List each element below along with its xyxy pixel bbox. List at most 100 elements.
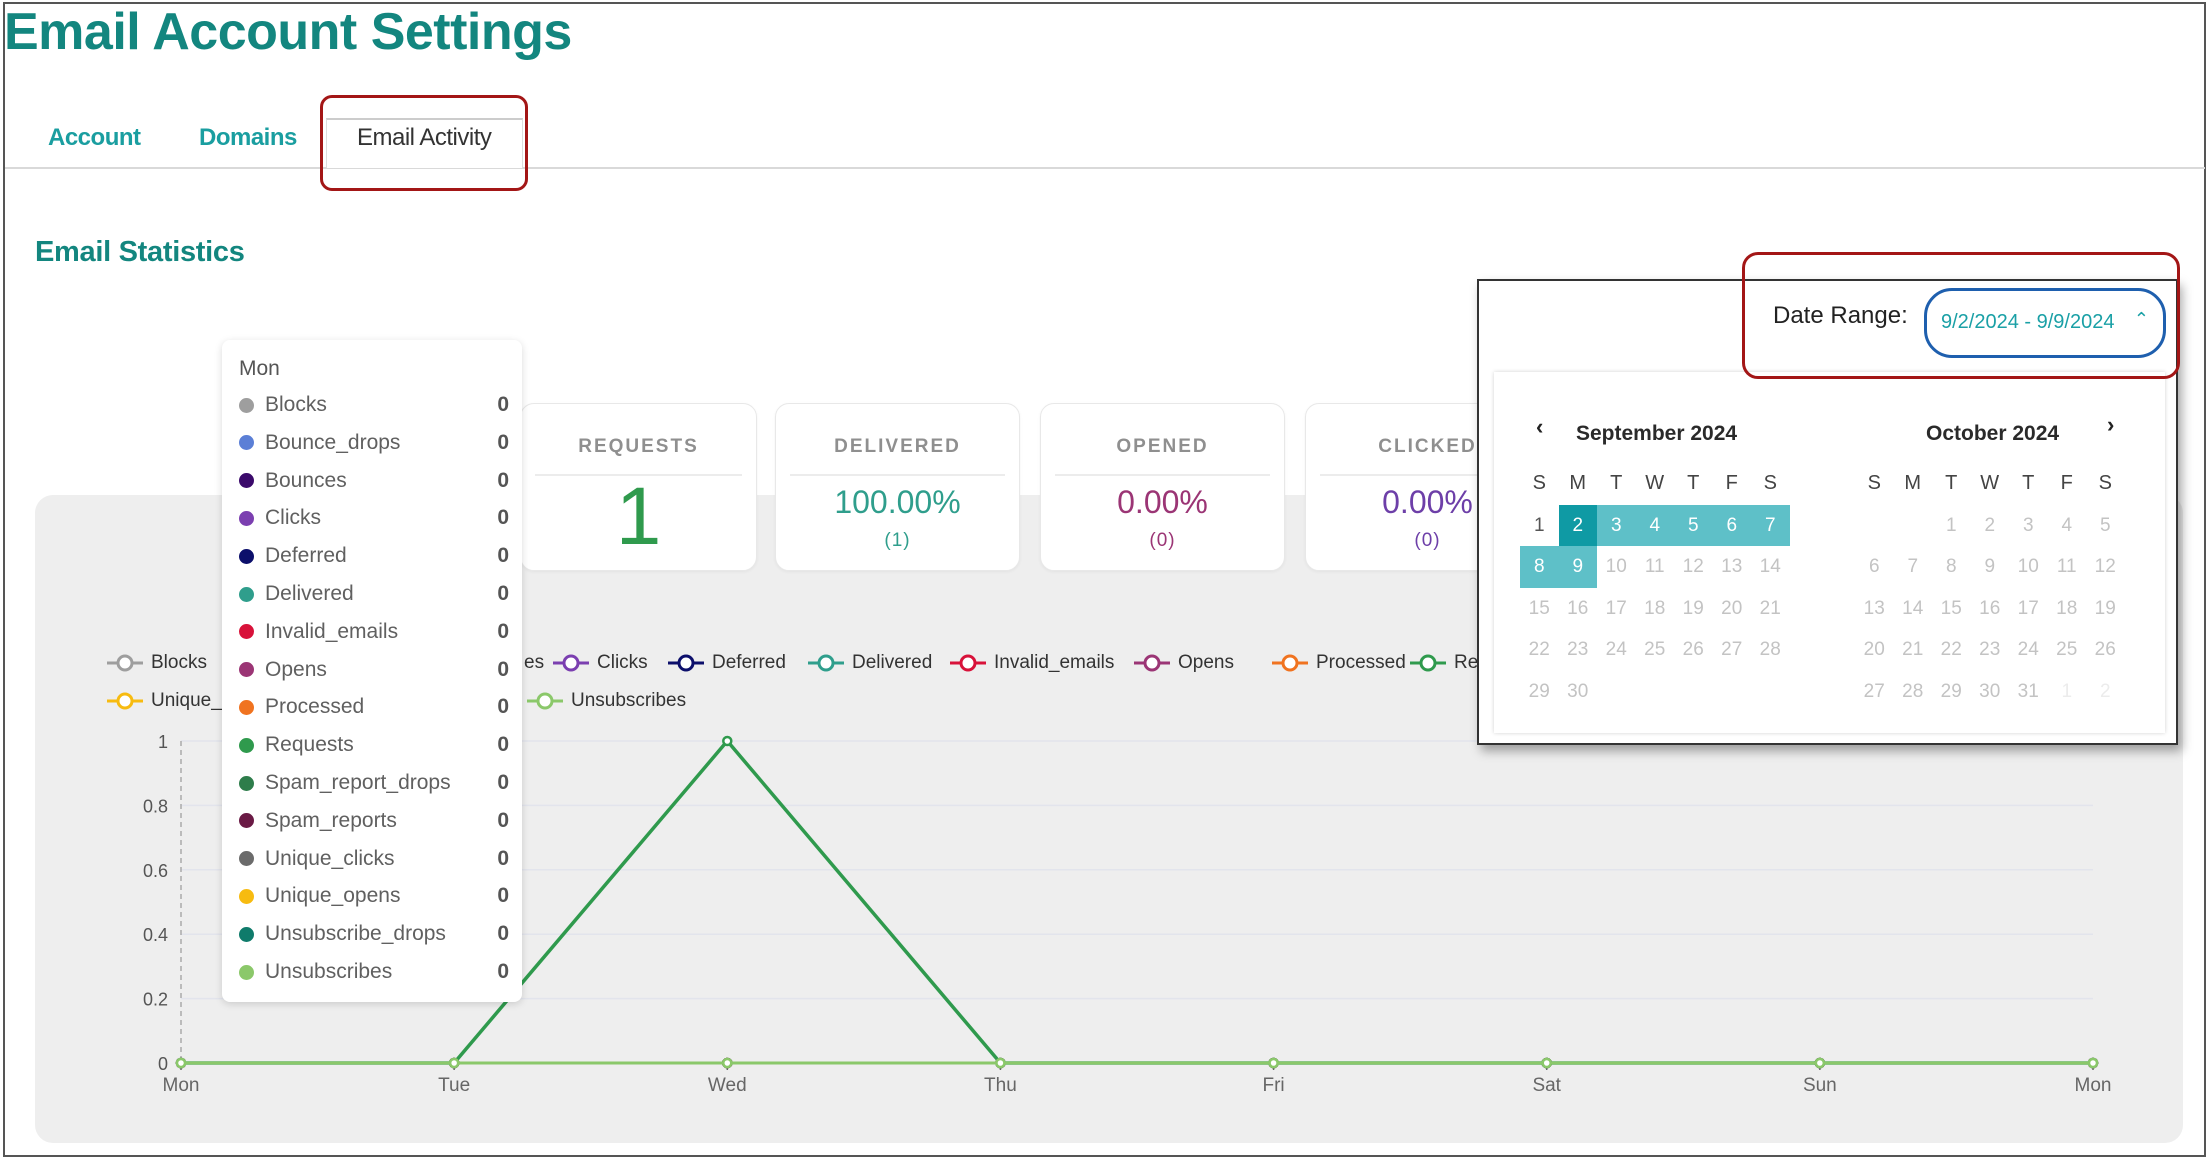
calendar-day-selected[interactable]: 7 bbox=[1751, 504, 1790, 546]
tooltip-series-name: Deferred bbox=[265, 544, 347, 568]
empty-day-cell bbox=[1894, 505, 1933, 547]
calendar-day: 13 bbox=[1721, 556, 1743, 577]
calendar-day-range-start[interactable]: 2 bbox=[1558, 504, 1597, 546]
tooltip-row-deferred: Deferred 0 bbox=[239, 541, 509, 571]
calendar-day: 21 bbox=[1902, 639, 1924, 660]
tooltip-series-name: Delivered bbox=[265, 582, 354, 605]
calendar-day[interactable]: 1 bbox=[1520, 505, 1559, 547]
calendar-day-selected[interactable]: 9 bbox=[1558, 546, 1597, 588]
calendar-day: 24 bbox=[1605, 639, 1627, 660]
calendar-day: 22 bbox=[1528, 639, 1550, 660]
tooltip-title: Mon bbox=[239, 357, 280, 380]
weekday-header: T bbox=[2022, 472, 2035, 494]
series-color-dot-icon bbox=[239, 888, 254, 904]
legend-item-opens[interactable]: Opens bbox=[1134, 652, 1234, 674]
calendar-day: 5 bbox=[2099, 514, 2111, 536]
tooltip-row-spam-report-drops: Spam_report_drops 0 bbox=[239, 768, 509, 798]
weekday-header: S bbox=[1532, 472, 1546, 494]
y-tick-label: 1 bbox=[158, 732, 168, 752]
calendar-day-selected[interactable]: 4 bbox=[1635, 504, 1674, 546]
legend-item-processed[interactable]: Processed bbox=[1272, 652, 1406, 674]
legend-partial-text: es bbox=[524, 652, 545, 673]
weekday-header: S bbox=[2098, 472, 2112, 494]
tooltip-row-unsubscribes: Unsubscribes 0 bbox=[239, 957, 509, 987]
calendar-day: 2 bbox=[1984, 514, 1996, 536]
y-tick-label: 0.4 bbox=[143, 925, 168, 945]
chart-tooltip: Mon Blocks 0 Bounce_drops 0 Bounces 0 Clicks 0 D… bbox=[222, 340, 522, 1002]
tooltip-series-name: Bounce_drops bbox=[265, 430, 401, 454]
calendar-day: 26 bbox=[1682, 639, 1704, 660]
series-color-dot-icon bbox=[239, 775, 254, 791]
calendar-day-selected[interactable]: 5 bbox=[1674, 504, 1713, 546]
calendar-day: 6 bbox=[1868, 556, 1880, 577]
legend-line-marker-icon bbox=[1410, 654, 1446, 672]
tooltip-series-name: Unsubscribe_drops bbox=[265, 922, 446, 946]
calendar-day: 17 bbox=[2017, 597, 2039, 619]
data-point-unsubscribes bbox=[1268, 1057, 1279, 1069]
legend-item-unsubscribes[interactable]: Unsubscribes bbox=[527, 690, 686, 712]
calendar-day-selected[interactable]: 3 bbox=[1597, 504, 1636, 546]
legend-label: Clicks bbox=[597, 652, 648, 673]
series-color-dot-icon bbox=[239, 435, 254, 451]
legend-item-invalid-emails[interactable]: Invalid_emails bbox=[950, 652, 1114, 674]
calendar-day: 11 bbox=[1644, 556, 1665, 577]
calendar-day: 15 bbox=[1940, 597, 1962, 619]
tooltip-series-name: Bounces bbox=[265, 468, 347, 492]
tooltip-series-name: Clicks bbox=[265, 506, 321, 530]
tooltip-row-spam-reports: Spam_reports 0 bbox=[239, 806, 509, 836]
chevron-left-icon[interactable]: ‹ bbox=[1536, 414, 1543, 440]
data-point-requests bbox=[722, 735, 733, 747]
legend-line-marker-icon bbox=[1272, 654, 1308, 672]
calendar-day: 26 bbox=[2094, 639, 2116, 660]
tooltip-row-unique-opens: Unique_opens 0 bbox=[239, 881, 509, 911]
data-point-unsubscribes bbox=[1541, 1057, 1552, 1069]
series-color-dot-icon bbox=[239, 699, 254, 715]
series-color-dot-icon bbox=[239, 397, 254, 413]
tooltip-series-name: Requests bbox=[265, 733, 354, 757]
tooltip-series-value: 0 bbox=[497, 884, 509, 908]
legend-line-marker-icon bbox=[107, 692, 143, 710]
legend-item-deferred[interactable]: Deferred bbox=[668, 652, 786, 674]
legend-item-clicks[interactable]: Clicks bbox=[553, 652, 648, 674]
legend-line-marker-icon bbox=[668, 654, 704, 672]
x-tick-label: Fri bbox=[1262, 1075, 1284, 1096]
series-color-dot-icon bbox=[239, 548, 254, 564]
legend-item-re[interactable]: Re bbox=[1410, 652, 1478, 674]
calendar-day: 25 bbox=[1644, 639, 1666, 660]
tooltip-row-requests: Requests 0 bbox=[239, 730, 509, 760]
legend-label: Invalid_emails bbox=[994, 652, 1115, 673]
legend-item-delivered[interactable]: Delivered bbox=[808, 652, 932, 674]
calendar-day: 14 bbox=[1902, 597, 1924, 619]
calendar-day: 23 bbox=[1567, 639, 1589, 660]
calendar-day: 21 bbox=[1759, 597, 1781, 619]
tooltip-series-value: 0 bbox=[497, 695, 509, 719]
legend-label: Blocks bbox=[151, 652, 207, 673]
calendar-day-selected[interactable]: 8 bbox=[1520, 546, 1559, 588]
calendar-day: 30 bbox=[1979, 680, 2001, 702]
series-color-dot-icon bbox=[239, 586, 254, 602]
tooltip-series-value: 0 bbox=[497, 733, 509, 757]
calendar-day: 27 bbox=[1863, 680, 1885, 702]
calendar-day: 10 bbox=[1605, 556, 1627, 577]
tooltip-row-bounce-drops: Bounce_drops 0 bbox=[239, 428, 509, 458]
legend-item-blocks[interactable]: Blocks bbox=[107, 652, 207, 674]
tooltip-series-value: 0 bbox=[497, 657, 509, 681]
calendar-grid-september: S M T W T F S 1 2 3 4 5 6 7 8 9 10 11 12 13 14 15 16 17 18 19 20 21… bbox=[1520, 463, 1790, 712]
legend-item-unique[interactable]: Unique_ bbox=[107, 690, 222, 712]
chevron-right-icon[interactable]: › bbox=[2107, 412, 2114, 438]
legend-label: Unsubscribes bbox=[571, 690, 687, 711]
calendar-day: 31 bbox=[2017, 680, 2039, 702]
calendar-day-selected[interactable]: 6 bbox=[1712, 504, 1751, 546]
tooltip-series-name: Invalid_emails bbox=[265, 619, 399, 643]
data-point-unsubscribes bbox=[2087, 1057, 2099, 1069]
legend-line-marker-icon bbox=[1134, 654, 1170, 672]
weekday-header: S bbox=[1867, 472, 1881, 494]
calendar-day: 9 bbox=[1984, 556, 1996, 577]
legend-line-marker-icon bbox=[107, 654, 143, 672]
calendar-day: 7 bbox=[1907, 556, 1919, 577]
weekday-header: F bbox=[1725, 472, 1738, 494]
weekday-header: T bbox=[1610, 472, 1623, 494]
y-tick-label: 0 bbox=[158, 1054, 168, 1074]
legend-line-marker-icon bbox=[527, 692, 563, 710]
calendar-day: 25 bbox=[2056, 639, 2078, 660]
